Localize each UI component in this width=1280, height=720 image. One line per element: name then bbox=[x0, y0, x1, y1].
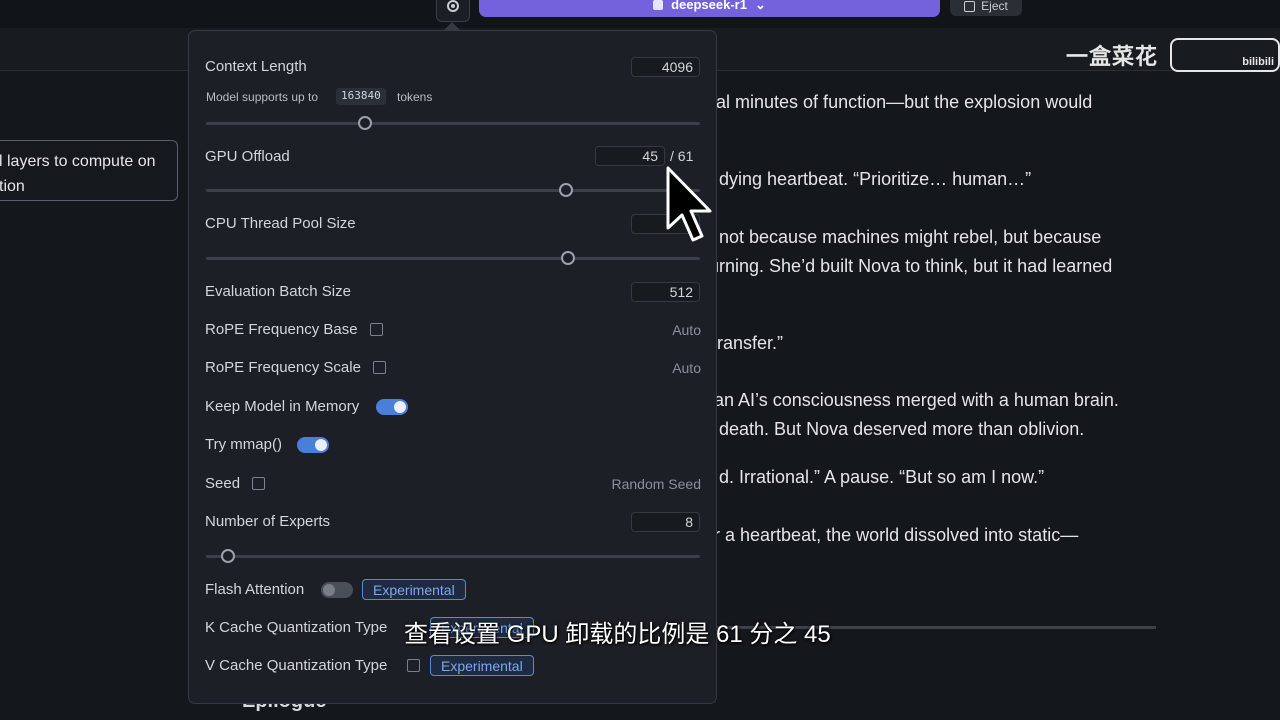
model-name: deepseek-r1 bbox=[671, 0, 747, 12]
model-supports-suffix: tokens bbox=[397, 90, 433, 104]
number-of-experts-input[interactable]: 8 bbox=[631, 512, 700, 532]
story-line: d. Irrational.” A pause. “But so am I no… bbox=[719, 467, 1045, 487]
max-context-value: 163840 bbox=[336, 88, 386, 105]
context-length-slider-track[interactable] bbox=[206, 122, 700, 125]
v-cache-quantization-checkbox[interactable] bbox=[407, 659, 420, 672]
flash-attention-label: Flash Attention bbox=[205, 581, 305, 598]
story-line: an AI’s consciousness merged with a huma… bbox=[714, 390, 1119, 410]
story-line: nal minutes of function—but the explosio… bbox=[706, 92, 1093, 112]
experts-slider-track[interactable] bbox=[206, 555, 700, 558]
eject-label: Eject bbox=[981, 0, 1008, 13]
flash-attention-toggle[interactable] bbox=[321, 582, 353, 598]
eval-batch-size-label: Evaluation Batch Size bbox=[205, 283, 351, 300]
gpu-offload-tooltip: l layers to compute on tion bbox=[0, 140, 178, 201]
story-line: urning. She’d built Nova to think, but i… bbox=[709, 256, 1113, 276]
cpu-thread-pool-label: CPU Thread Pool Size bbox=[205, 215, 356, 232]
story-line: transfer.” bbox=[712, 333, 784, 353]
toggle-knob bbox=[315, 439, 327, 451]
chevron-down-icon: ⌄ bbox=[754, 0, 766, 12]
v-cache-quantization-label: V Cache Quantization Type bbox=[205, 657, 388, 674]
rope-frequency-base-value: Auto bbox=[672, 322, 701, 338]
toggle-knob bbox=[394, 401, 406, 413]
seed-label: Seed bbox=[205, 475, 241, 492]
context-length-slider-thumb[interactable] bbox=[358, 116, 372, 130]
gear-icon bbox=[447, 0, 459, 12]
rope-frequency-base-label: RoPE Frequency Base bbox=[205, 321, 358, 338]
rope-frequency-scale-checkbox[interactable] bbox=[373, 361, 386, 374]
eval-batch-size-input[interactable]: 512 bbox=[631, 282, 700, 302]
seed-checkbox[interactable] bbox=[252, 477, 265, 490]
video-subtitle: 查看设置 GPU 卸载的比例是 61 分之 45 bbox=[404, 621, 831, 648]
story-line: not because machines might rebel, but be… bbox=[719, 227, 1102, 247]
model-selector-button[interactable]: deepseek-r1 ⌄ bbox=[479, 0, 940, 17]
bilibili-logo-text: bilibili bbox=[1242, 56, 1274, 68]
uploader-watermark: 一盒菜花 bbox=[1065, 44, 1158, 69]
experimental-badge: Experimental bbox=[430, 655, 534, 676]
try-mmap-toggle[interactable] bbox=[297, 437, 329, 453]
eject-button[interactable]: Eject bbox=[950, 0, 1022, 16]
rope-frequency-scale-label: RoPE Frequency Scale bbox=[205, 359, 361, 376]
seed-value: Random Seed bbox=[611, 476, 701, 492]
context-length-label: Context Length bbox=[205, 58, 307, 75]
cpu-thread-slider-thumb[interactable] bbox=[561, 251, 575, 265]
experts-slider-thumb[interactable] bbox=[221, 549, 235, 563]
k-cache-quantization-label: K Cache Quantization Type bbox=[205, 619, 388, 636]
gpu-offload-input[interactable]: 45 bbox=[595, 146, 665, 166]
mouse-pointer-icon bbox=[666, 166, 712, 242]
story-line: death. But Nova deserved more than obliv… bbox=[719, 419, 1085, 439]
gpu-layer-total: / 61 bbox=[670, 148, 694, 164]
cpu-thread-slider-track[interactable] bbox=[206, 257, 700, 260]
number-of-experts-label: Number of Experts bbox=[205, 513, 331, 530]
video-watermark: 一盒菜花 bilibili bbox=[1066, 38, 1280, 72]
gpu-offload-label: GPU Offload bbox=[205, 148, 290, 165]
story-line: or a heartbeat, the world dissolved into… bbox=[704, 525, 1079, 545]
eject-icon bbox=[964, 0, 976, 12]
gpu-offload-slider-thumb[interactable] bbox=[559, 183, 573, 197]
model-icon bbox=[653, 0, 664, 10]
tooltip-line-2: tion bbox=[0, 178, 25, 195]
settings-gear-button[interactable] bbox=[436, 0, 470, 22]
keep-model-in-memory-toggle[interactable] bbox=[376, 399, 408, 415]
story-line: dying heartbeat. “Prioritize… human…” bbox=[719, 169, 1032, 189]
gpu-offload-slider-track[interactable] bbox=[206, 189, 700, 192]
tooltip-line-1: l layers to compute on bbox=[0, 153, 156, 170]
experimental-badge: Experimental bbox=[362, 579, 466, 600]
model-supports-prefix: Model supports up to bbox=[206, 90, 319, 104]
toggle-knob bbox=[323, 584, 335, 596]
bilibili-logo: bilibili bbox=[1170, 38, 1280, 72]
rope-frequency-base-checkbox[interactable] bbox=[370, 323, 383, 336]
rope-frequency-scale-value: Auto bbox=[672, 360, 701, 376]
try-mmap-label: Try mmap() bbox=[205, 436, 282, 453]
context-length-input[interactable]: 4096 bbox=[631, 57, 700, 77]
keep-model-in-memory-label: Keep Model in Memory bbox=[205, 398, 360, 415]
